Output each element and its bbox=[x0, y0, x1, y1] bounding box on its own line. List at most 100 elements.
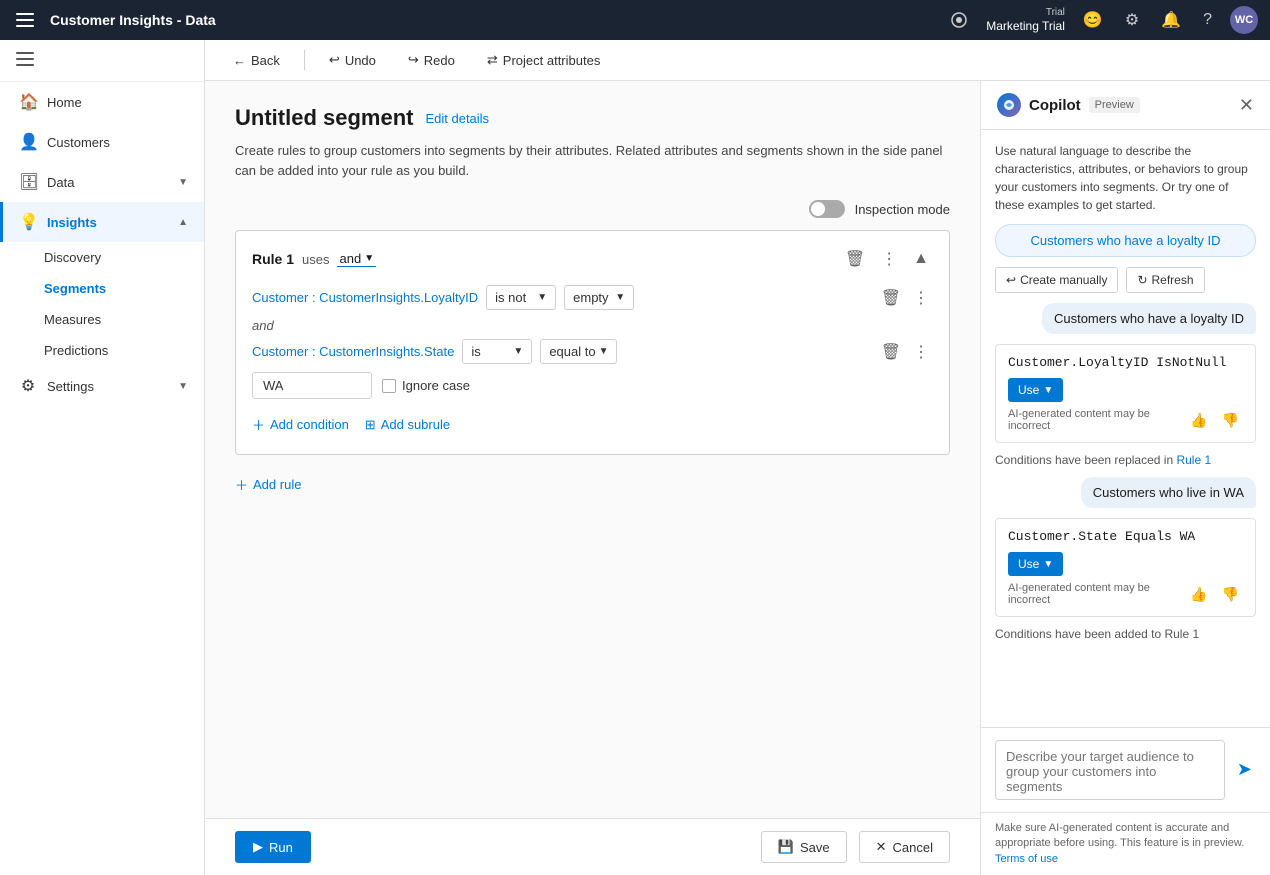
condition-1-op[interactable]: is not ▼ bbox=[486, 285, 556, 310]
rule-uses-label: uses bbox=[302, 252, 329, 267]
settings-expand-icon: ▼ bbox=[178, 381, 188, 392]
cortana-icon[interactable] bbox=[946, 7, 972, 33]
back-button[interactable]: ← Back bbox=[225, 49, 288, 72]
smiley-icon[interactable]: 😊 bbox=[1079, 6, 1107, 34]
copilot-input[interactable] bbox=[995, 740, 1225, 800]
thumbs-up-1[interactable]: 👍 bbox=[1186, 410, 1211, 431]
ai-card-2-actions: Use ▼ bbox=[1008, 552, 1243, 576]
insights-icon: 💡 bbox=[19, 212, 37, 232]
condition-1-val[interactable]: empty ▼ bbox=[564, 285, 634, 310]
copilot-intro-text: Use natural language to describe the cha… bbox=[995, 142, 1256, 214]
redo-button[interactable]: ↪ Redo bbox=[400, 48, 463, 72]
sidebar-item-customers[interactable]: 👤 Customers bbox=[0, 122, 204, 162]
content-copilot-row: Untitled segment Edit details Create rul… bbox=[205, 81, 1270, 875]
condition-2-more-icon[interactable]: ⋮ bbox=[909, 340, 933, 364]
project-icon: ⇄ bbox=[487, 52, 498, 68]
ignore-case-checkbox[interactable] bbox=[382, 379, 396, 393]
page-description: Create rules to group customers into seg… bbox=[235, 141, 950, 180]
operator-chevron: ▼ bbox=[364, 253, 374, 264]
copilot-scroll-area: Use natural language to describe the cha… bbox=[981, 130, 1270, 727]
sidebar-hamburger[interactable] bbox=[0, 40, 204, 82]
copilot-title: Copilot bbox=[1029, 97, 1081, 114]
user-message-1: Customers who have a loyalty ID bbox=[1042, 303, 1256, 334]
sidebar-sub-predictions[interactable]: Predictions bbox=[44, 335, 204, 366]
rule-box: Rule 1 uses and ▼ 🗑 ⋮ ▲ bbox=[235, 230, 950, 455]
inspection-toggle[interactable] bbox=[809, 200, 845, 218]
ai-code-1: Customer.LoyaltyID IsNotNull bbox=[1008, 355, 1243, 370]
ai-disclaimer-1: AI-generated content may be incorrect bbox=[1008, 408, 1180, 432]
rule-link-1[interactable]: Rule 1 bbox=[1176, 453, 1211, 467]
sidebar-item-settings[interactable]: ⚙ Settings ▼ bbox=[0, 366, 204, 406]
sidebar-item-home[interactable]: 🏠 Home bbox=[0, 82, 204, 122]
add-condition-button[interactable]: ＋ Add condition bbox=[252, 411, 349, 438]
add-subrule-button[interactable]: ⊞ Add subrule bbox=[365, 413, 450, 437]
edit-details-link[interactable]: Edit details bbox=[425, 111, 489, 126]
condition-2-delete-icon[interactable]: 🗑 bbox=[877, 340, 905, 364]
app-body: 🏠 Home 👤 Customers 🗄 Data ▼ 💡 Insights ▲… bbox=[0, 40, 1270, 875]
thumbs-down-2[interactable]: 👎 bbox=[1218, 584, 1243, 605]
sidebar-item-data[interactable]: 🗄 Data ▼ bbox=[0, 162, 204, 202]
use-button-2[interactable]: Use ▼ bbox=[1008, 552, 1063, 576]
condition-1-field[interactable]: Customer : CustomerInsights.LoyaltyID bbox=[252, 290, 478, 305]
add-rule-button[interactable]: ＋ Add rule bbox=[235, 471, 301, 498]
copilot-icon bbox=[997, 93, 1021, 117]
trial-info: Trial Marketing Trial bbox=[986, 7, 1065, 33]
copilot-panel: Copilot Preview ✕ Use natural language t… bbox=[980, 81, 1270, 875]
thumbs-up-2[interactable]: 👍 bbox=[1186, 584, 1211, 605]
sidebar-sub-discovery[interactable]: Discovery bbox=[44, 242, 204, 273]
copilot-footer: Make sure AI-generated content is accura… bbox=[981, 812, 1270, 875]
avatar[interactable]: WC bbox=[1230, 6, 1258, 34]
user-message-2-container: Customers who live in WA bbox=[995, 477, 1256, 508]
rule-delete-icon[interactable]: 🗑 bbox=[841, 247, 869, 271]
rule-more-icon[interactable]: ⋮ bbox=[877, 247, 901, 271]
main-content: Untitled segment Edit details Create rul… bbox=[205, 81, 980, 875]
sidebar: 🏠 Home 👤 Customers 🗄 Data ▼ 💡 Insights ▲… bbox=[0, 40, 205, 875]
undo-icon: ↩ bbox=[329, 52, 340, 68]
copilot-preview-badge: Preview bbox=[1089, 97, 1140, 113]
topbar-icons: Trial Marketing Trial 😊 ⚙ 🔔 ? WC bbox=[946, 6, 1258, 34]
run-icon: ▶ bbox=[253, 839, 263, 855]
copilot-input-row: ➤ bbox=[981, 727, 1270, 812]
notifications-icon[interactable]: 🔔 bbox=[1157, 6, 1185, 34]
copilot-chip-loyalty[interactable]: Customers who have a loyalty ID bbox=[995, 224, 1256, 257]
val-chevron-1: ▼ bbox=[615, 292, 625, 303]
rule-collapse-icon[interactable]: ▲ bbox=[909, 248, 933, 270]
rule-title: Rule 1 bbox=[252, 251, 294, 267]
condition-1-delete-icon[interactable]: 🗑 bbox=[877, 286, 905, 310]
home-icon: 🏠 bbox=[19, 92, 37, 112]
page-title-text: Untitled segment bbox=[235, 105, 413, 131]
run-button[interactable]: ▶ Run bbox=[235, 831, 311, 863]
copilot-close-button[interactable]: ✕ bbox=[1239, 95, 1254, 116]
sidebar-item-customers-label: Customers bbox=[47, 135, 110, 150]
condition-2-field[interactable]: Customer : CustomerInsights.State bbox=[252, 344, 454, 359]
sidebar-item-data-label: Data bbox=[47, 175, 74, 190]
add-condition-plus-icon: ＋ bbox=[252, 415, 265, 434]
terms-of-use-link[interactable]: Terms of use bbox=[995, 853, 1058, 865]
sidebar-item-insights[interactable]: 💡 Insights ▲ bbox=[0, 202, 204, 242]
hamburger-icon[interactable] bbox=[12, 9, 38, 31]
redo-icon: ↪ bbox=[408, 52, 419, 68]
sidebar-item-settings-label: Settings bbox=[47, 379, 94, 394]
condition-1-more-icon[interactable]: ⋮ bbox=[909, 286, 933, 310]
help-icon[interactable]: ? bbox=[1199, 7, 1216, 33]
sidebar-sub-measures[interactable]: Measures bbox=[44, 304, 204, 335]
project-attributes-button[interactable]: ⇄ Project attributes bbox=[479, 48, 608, 72]
data-icon: 🗄 bbox=[19, 172, 37, 192]
condition-2-val[interactable]: equal to ▼ bbox=[540, 339, 617, 364]
cancel-button[interactable]: ✕ Cancel bbox=[859, 831, 950, 863]
sidebar-sub-segments[interactable]: Segments bbox=[44, 273, 204, 304]
toolbar-separator bbox=[304, 50, 305, 70]
save-button[interactable]: 💾 Save bbox=[761, 831, 847, 863]
value-input-row: Ignore case bbox=[252, 372, 933, 399]
condition-2-op[interactable]: is ▼ bbox=[462, 339, 532, 364]
settings-icon[interactable]: ⚙ bbox=[1121, 6, 1143, 34]
rule-operator-dropdown[interactable]: and ▼ bbox=[337, 251, 376, 267]
copilot-send-button[interactable]: ➤ bbox=[1233, 755, 1256, 784]
create-manually-button[interactable]: ↩ Create manually bbox=[995, 267, 1118, 293]
thumbs-down-1[interactable]: 👎 bbox=[1218, 410, 1243, 431]
undo-button[interactable]: ↩ Undo bbox=[321, 48, 384, 72]
refresh-button[interactable]: ↻ Refresh bbox=[1126, 267, 1204, 293]
value-input[interactable] bbox=[252, 372, 372, 399]
use-chevron-1: ▼ bbox=[1043, 385, 1053, 396]
use-button-1[interactable]: Use ▼ bbox=[1008, 378, 1063, 402]
